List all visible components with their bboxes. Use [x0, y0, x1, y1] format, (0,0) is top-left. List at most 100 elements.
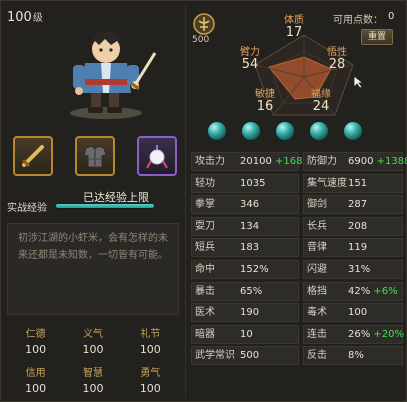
character-level: 100级 — [7, 9, 43, 25]
attribute-value: 24 — [312, 99, 330, 114]
stat-value-text: 42% — [348, 285, 371, 297]
armor-icon — [83, 145, 107, 168]
stat-name: 暴击 — [195, 285, 215, 297]
stat-cell: 音律 119 — [303, 238, 403, 258]
virtue-value: 100 — [139, 343, 161, 356]
stat-value-text: 346 — [240, 199, 260, 211]
stat-bonus: +20% — [373, 328, 405, 340]
stat-name: 攻击力 — [195, 156, 225, 167]
stat-value-text: 152% — [240, 263, 269, 275]
attribute-name: 体质 — [284, 15, 304, 26]
skill-orb-icon[interactable] — [309, 121, 329, 141]
virtue-name: 仁德 — [25, 329, 46, 340]
stat-cell: 命中 152% — [191, 259, 299, 279]
accessory-slot[interactable] — [137, 136, 177, 176]
stat-value: 119 — [348, 239, 367, 256]
virtue-item: 义气 100 — [64, 321, 121, 360]
stat-row: 短兵 183 音律 119 — [191, 237, 403, 259]
virtue-name: 义气 — [82, 329, 103, 340]
jade-icon — [146, 145, 168, 169]
skill-orbs — [207, 121, 377, 143]
stat-row: 命中 152% 闪避 31% — [191, 259, 403, 281]
character-portrait — [70, 31, 157, 119]
stat-value-text: 151 — [348, 177, 368, 189]
attribute-constitution: 体质 17 — [274, 11, 314, 40]
stat-value-text: 190 — [240, 307, 260, 319]
stat-row: 暗器 10 连击 26% +20% — [191, 324, 405, 346]
stat-cell: 短兵 183 — [191, 238, 299, 258]
stat-value: 183 — [240, 239, 259, 256]
stat-cell: 攻击力 20100 +1686 — [191, 152, 309, 171]
stat-cell: 武学常识 500 — [191, 346, 299, 366]
stat-value: 31% — [348, 261, 370, 278]
level-unit: 级 — [32, 13, 43, 24]
stat-value: 134 — [240, 218, 259, 235]
armor-slot[interactable] — [75, 136, 115, 176]
stat-row: 轻功 1035 集气速度 151 — [191, 173, 403, 195]
points-label: 可用点数： — [333, 15, 383, 26]
stat-name: 集气速度 — [307, 177, 347, 189]
stat-cell: 闪避 31% — [303, 259, 403, 279]
stat-bonus: +1388 — [376, 156, 407, 167]
stat-value-text: 500 — [240, 350, 260, 362]
skill-orb-icon[interactable] — [241, 121, 261, 141]
stat-value: 500 — [240, 347, 259, 364]
stat-name: 轻功 — [195, 177, 215, 189]
virtue-value: 100 — [82, 382, 104, 395]
stat-name: 反击 — [307, 350, 327, 362]
virtue-name: 智慧 — [82, 368, 103, 379]
virtue-name: 礼节 — [140, 329, 161, 340]
stat-name: 暗器 — [195, 328, 215, 340]
stat-value-text: 20100 — [240, 156, 272, 167]
weapon-slot[interactable] — [13, 136, 53, 176]
stat-value-text: 65% — [240, 285, 263, 297]
points-value: 0 — [388, 11, 395, 22]
exp-bar-fill — [56, 204, 154, 208]
stat-name: 音律 — [307, 242, 327, 254]
stat-row: 攻击力 20100 +1686防御力 6900 +1388 — [191, 151, 407, 173]
virtue-item: 仁德 100 — [7, 321, 64, 360]
stat-cell: 拳掌 346 — [191, 195, 299, 215]
stat-value: 42% +6% — [348, 283, 398, 300]
stat-row: 耍刀 134 长兵 208 — [191, 216, 403, 238]
stat-value: 152% — [240, 261, 269, 278]
stat-value-text: 8% — [348, 350, 364, 362]
stat-cell: 反击 8% — [303, 346, 403, 366]
sect-emblem-icon — [193, 13, 215, 35]
stat-value-text: 100 — [348, 307, 368, 319]
attribute-intelligence: 悟性 28 — [317, 43, 357, 72]
virtue-value: 100 — [25, 343, 47, 356]
attribute-strength: 臂力 54 — [230, 43, 270, 72]
skill-orb-icon[interactable] — [275, 121, 295, 141]
stat-value-text: 119 — [348, 242, 368, 254]
stat-name: 武学常识 — [195, 350, 235, 362]
attribute-value: 54 — [241, 57, 259, 72]
skill-orb-icon[interactable] — [207, 121, 227, 141]
reset-button[interactable]: 重置 — [361, 29, 393, 45]
panel-divider — [185, 5, 186, 399]
attribute-name: 臂力 — [240, 47, 260, 58]
stat-cell: 长兵 208 — [303, 216, 403, 236]
stat-cell: 集气速度 151 — [303, 173, 403, 193]
stat-value: 1035 — [240, 175, 265, 192]
stat-cell: 暴击 65% — [191, 281, 299, 301]
stat-value-text: 10 — [240, 328, 253, 340]
virtue-value: 100 — [139, 382, 161, 395]
virtue-name: 勇气 — [140, 368, 161, 379]
level-value: 100 — [7, 10, 32, 25]
stat-value-text: 31% — [348, 263, 371, 275]
stat-cell: 轻功 1035 — [191, 173, 299, 193]
stat-name: 闪避 — [307, 263, 327, 275]
attribute-value: 28 — [328, 57, 346, 72]
stat-name: 医术 — [195, 307, 215, 319]
stat-cell: 耍刀 134 — [191, 216, 299, 236]
stat-bonus: +6% — [373, 285, 398, 297]
stat-name: 命中 — [195, 263, 215, 275]
stat-cell: 格挡 42% +6% — [303, 281, 403, 301]
attribute-name: 悟性 — [327, 47, 347, 58]
virtue-name: 信用 — [25, 368, 46, 379]
stat-value-text: 1035 — [240, 177, 266, 189]
stat-value-text: 208 — [348, 220, 368, 232]
stat-value: 10 — [240, 326, 253, 343]
skill-orb-icon[interactable] — [343, 121, 363, 141]
